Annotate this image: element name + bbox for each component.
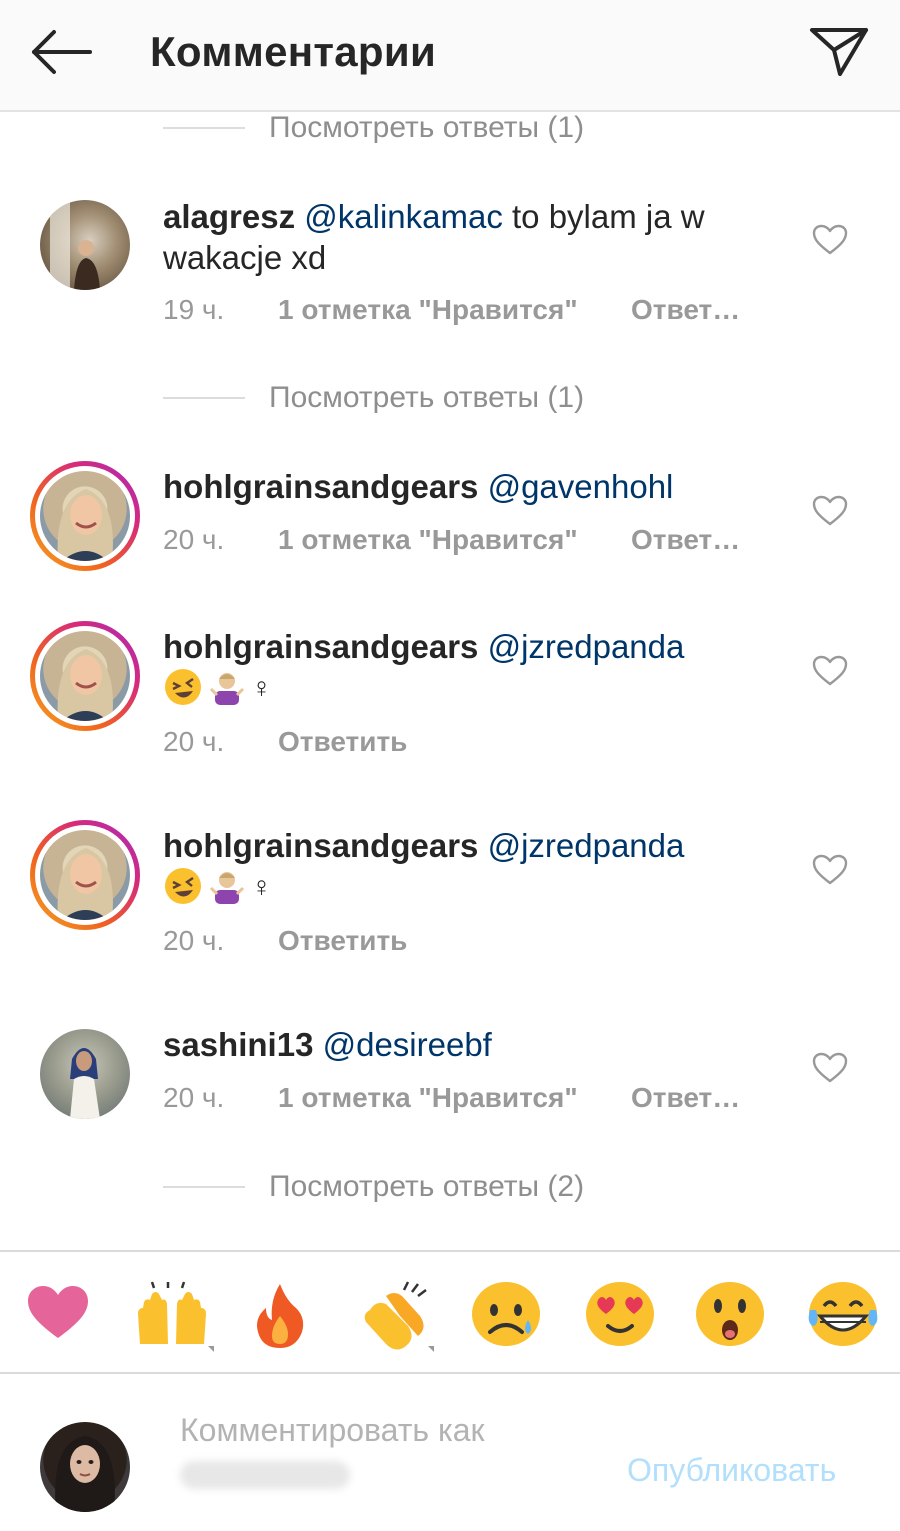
back-button[interactable] xyxy=(26,22,96,82)
like-button[interactable] xyxy=(812,854,848,886)
comment-likes-count[interactable]: 1 отметка "Нравится" xyxy=(278,294,631,326)
page-title: Комментарии xyxy=(150,28,437,75)
view-replies-label: Посмотреть ответы (1) xyxy=(269,111,585,144)
like-button[interactable] xyxy=(812,1052,848,1084)
reaction-raising-hands[interactable] xyxy=(132,1280,214,1352)
reply-button[interactable]: Ответить xyxy=(278,726,407,758)
comment-time: 20 ч. xyxy=(163,1082,225,1113)
divider-line xyxy=(163,397,245,399)
female-sign: ♀ xyxy=(251,671,272,703)
like-button[interactable] xyxy=(812,224,848,256)
tears-of-joy-emoji-icon xyxy=(808,1282,878,1346)
comment-username[interactable]: hohlgrainsandgears xyxy=(163,827,478,864)
comment-username[interactable]: hohlgrainsandgears xyxy=(163,628,478,665)
avatar[interactable] xyxy=(40,1029,130,1119)
heart-outline-icon xyxy=(812,224,848,255)
comment-text: hohlgrainsandgears @gavenhohl xyxy=(163,466,763,507)
comment-time: 19 ч. xyxy=(163,294,225,325)
comment-mention[interactable]: @jzredpanda xyxy=(488,628,685,665)
comment-meta: 20 ч. 1 отметка "Нравится" Ответить xyxy=(163,1082,741,1114)
avatar-story-ring[interactable] xyxy=(30,820,140,930)
comment-time: 20 ч. xyxy=(163,524,225,555)
person-shrugging-emoji-icon xyxy=(209,673,245,705)
view-replies-link[interactable]: Посмотреть ответы (1) xyxy=(163,108,584,148)
reply-button[interactable]: Ответить xyxy=(278,925,407,957)
raising-hands-emoji-icon xyxy=(138,1281,214,1352)
comment-meta: 20 ч. Ответить xyxy=(163,925,407,957)
comment-likes-count[interactable]: 1 отметка "Нравится" xyxy=(278,1082,631,1114)
comment-mention[interactable]: @kalinkamac xyxy=(304,198,503,235)
comment-time: 20 ч. xyxy=(163,925,225,956)
header-bar: Комментарии xyxy=(0,0,900,112)
comment-text: hohlgrainsandgears @jzredpanda ♀ xyxy=(163,626,763,707)
sad-face-emoji-icon xyxy=(472,1282,540,1346)
reaction-heart[interactable] xyxy=(22,1280,94,1348)
blurred-username xyxy=(180,1461,350,1489)
comment-emoji-line: ♀ xyxy=(163,866,763,906)
comment-text: hohlgrainsandgears @jzredpanda ♀ xyxy=(163,825,763,906)
divider-line xyxy=(163,127,245,129)
comment-username[interactable]: sashini13 xyxy=(163,1026,313,1063)
heart-outline-icon xyxy=(812,495,848,526)
my-avatar xyxy=(40,1422,130,1512)
comment-time: 20 ч. xyxy=(163,726,225,757)
heart-eyes-emoji-icon xyxy=(586,1282,654,1346)
comment-mention[interactable]: @jzredpanda xyxy=(488,827,685,864)
comment-meta: 20 ч. Ответить xyxy=(163,726,407,758)
publish-button[interactable]: Опубликовать xyxy=(627,1452,836,1489)
comment-text: alagresz @kalinkamac to bylam ja w wakac… xyxy=(163,196,763,278)
paper-plane-icon xyxy=(810,28,868,76)
clapping-hands-emoji-icon xyxy=(364,1281,434,1352)
avatar-story-ring[interactable] xyxy=(30,461,140,571)
reaction-fire[interactable] xyxy=(248,1280,320,1348)
comment-username[interactable]: hohlgrainsandgears xyxy=(163,468,478,505)
female-sign: ♀ xyxy=(251,870,272,902)
like-button[interactable] xyxy=(812,655,848,687)
avatar[interactable] xyxy=(40,200,130,290)
reaction-tears-of-joy[interactable] xyxy=(806,1280,878,1348)
comment-emoji-line: ♀ xyxy=(163,667,763,707)
like-button[interactable] xyxy=(812,495,848,527)
quick-reactions-bar xyxy=(0,1250,900,1374)
comment-input-placeholder: Комментировать как xyxy=(180,1412,485,1448)
surprised-face-emoji-icon xyxy=(696,1282,764,1346)
reply-button[interactable]: Ответить xyxy=(631,524,741,556)
comment-mention[interactable]: @gavenhohl xyxy=(488,468,674,505)
view-replies-link[interactable]: Посмотреть ответы (1) xyxy=(163,378,584,418)
comment-username[interactable]: alagresz xyxy=(163,198,295,235)
reaction-surprised[interactable] xyxy=(694,1280,766,1348)
view-replies-link[interactable]: Посмотреть ответы (2) xyxy=(163,1167,584,1207)
arrow-left-icon xyxy=(32,30,92,74)
comment-mention[interactable]: @desireebf xyxy=(323,1026,492,1063)
person-shrugging-emoji-icon xyxy=(209,872,245,904)
reaction-sad[interactable] xyxy=(470,1280,542,1348)
heart-outline-icon xyxy=(812,655,848,686)
divider-line xyxy=(163,1186,245,1188)
heart-emoji-icon xyxy=(28,1286,88,1338)
comment-meta: 19 ч. 1 отметка "Нравится" Ответить xyxy=(163,294,741,326)
comment-composer: Комментировать как Опубликовать xyxy=(0,1374,900,1531)
heart-outline-icon xyxy=(812,854,848,885)
reaction-heart-eyes[interactable] xyxy=(584,1280,656,1348)
fire-emoji-icon xyxy=(257,1284,304,1348)
reply-button[interactable]: Ответить xyxy=(631,1082,741,1114)
comment-likes-count[interactable]: 1 отметка "Нравится" xyxy=(278,524,631,556)
comment-text: sashini13 @desireebf xyxy=(163,1024,763,1065)
comment-input[interactable]: Комментировать как xyxy=(180,1412,600,1512)
rolling-laughing-emoji-icon xyxy=(165,669,201,705)
avatar-story-ring[interactable] xyxy=(30,621,140,731)
view-replies-label: Посмотреть ответы (2) xyxy=(269,1170,585,1203)
heart-outline-icon xyxy=(812,1052,848,1083)
view-replies-label: Посмотреть ответы (1) xyxy=(269,381,585,414)
reaction-clap[interactable] xyxy=(356,1280,434,1352)
comment-meta: 20 ч. 1 отметка "Нравится" Ответить xyxy=(163,524,741,556)
reply-button[interactable]: Ответить xyxy=(631,294,741,326)
rolling-laughing-emoji-icon xyxy=(165,868,201,904)
share-button[interactable] xyxy=(806,20,872,82)
